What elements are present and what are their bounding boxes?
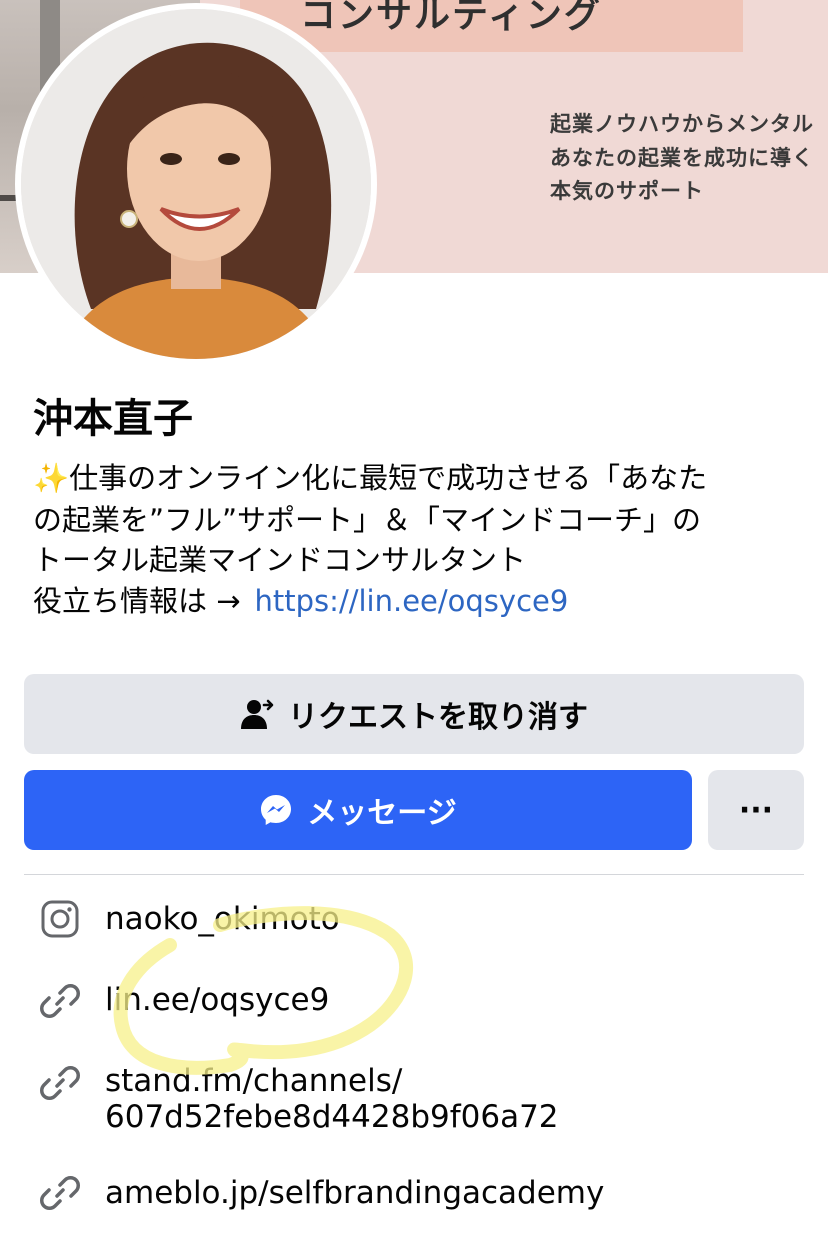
cover-banner-text: コンサルティング bbox=[300, 0, 602, 36]
cancel-request-label: リクエストを取り消す bbox=[288, 700, 588, 735]
link-icon bbox=[40, 981, 80, 1021]
info-link[interactable]: https://lin.ee/oqsyce9 bbox=[255, 584, 569, 618]
cover-text-line: 起業ノウハウからメンタル bbox=[550, 112, 814, 136]
cover-text-line: あなたの起業を成功に導く bbox=[550, 146, 814, 170]
website-link-line: stand.fm/channels/ bbox=[105, 1063, 403, 1099]
message-label: メッセージ bbox=[307, 796, 457, 831]
info-prefix: 役立ち情報は → bbox=[33, 584, 241, 618]
link-icon bbox=[40, 1173, 80, 1213]
avatar-photo bbox=[21, 9, 371, 359]
profile-avatar[interactable] bbox=[15, 3, 377, 365]
instagram-link[interactable]: naoko_okimoto bbox=[105, 901, 340, 937]
website-link[interactable]: ameblo.jp/selfbrandingacademy bbox=[105, 1175, 604, 1211]
profile-name: 沖本直子 bbox=[33, 396, 193, 442]
friend-request-sent-icon bbox=[240, 697, 274, 731]
cover-text-line: 本気のサポート bbox=[550, 179, 704, 203]
profile-bio-line: の起業を”フル”サポート」＆「マインドコーチ」の bbox=[33, 503, 702, 537]
cancel-request-button[interactable]: リクエストを取り消す bbox=[24, 674, 804, 754]
profile-info-line: 役立ち情報は → https://lin.ee/oqsyce9 bbox=[33, 578, 568, 620]
more-options-label: ··· bbox=[738, 792, 774, 828]
website-link-line: 607d52febe8d4428b9f06a72 bbox=[105, 1099, 559, 1135]
link-icon bbox=[40, 1063, 80, 1103]
section-divider bbox=[24, 874, 804, 875]
avatar-portrait-icon bbox=[21, 9, 371, 359]
cover-banner: コンサルティング bbox=[240, 0, 743, 52]
website-link[interactable]: lin.ee/oqsyce9 bbox=[105, 982, 329, 1018]
website-link[interactable]: stand.fm/channels/ 607d52febe8d4428b9f06… bbox=[105, 1063, 559, 1135]
profile-bio-line: トータル起業マインドコンサルタント bbox=[33, 543, 527, 577]
instagram-icon bbox=[40, 899, 80, 939]
profile-bio-line: ✨仕事のオンライン化に最短で成功させる「あなた bbox=[33, 461, 708, 495]
message-button[interactable]: メッセージ bbox=[24, 770, 692, 850]
more-options-button[interactable]: ··· bbox=[708, 770, 804, 850]
messenger-icon bbox=[259, 793, 293, 827]
